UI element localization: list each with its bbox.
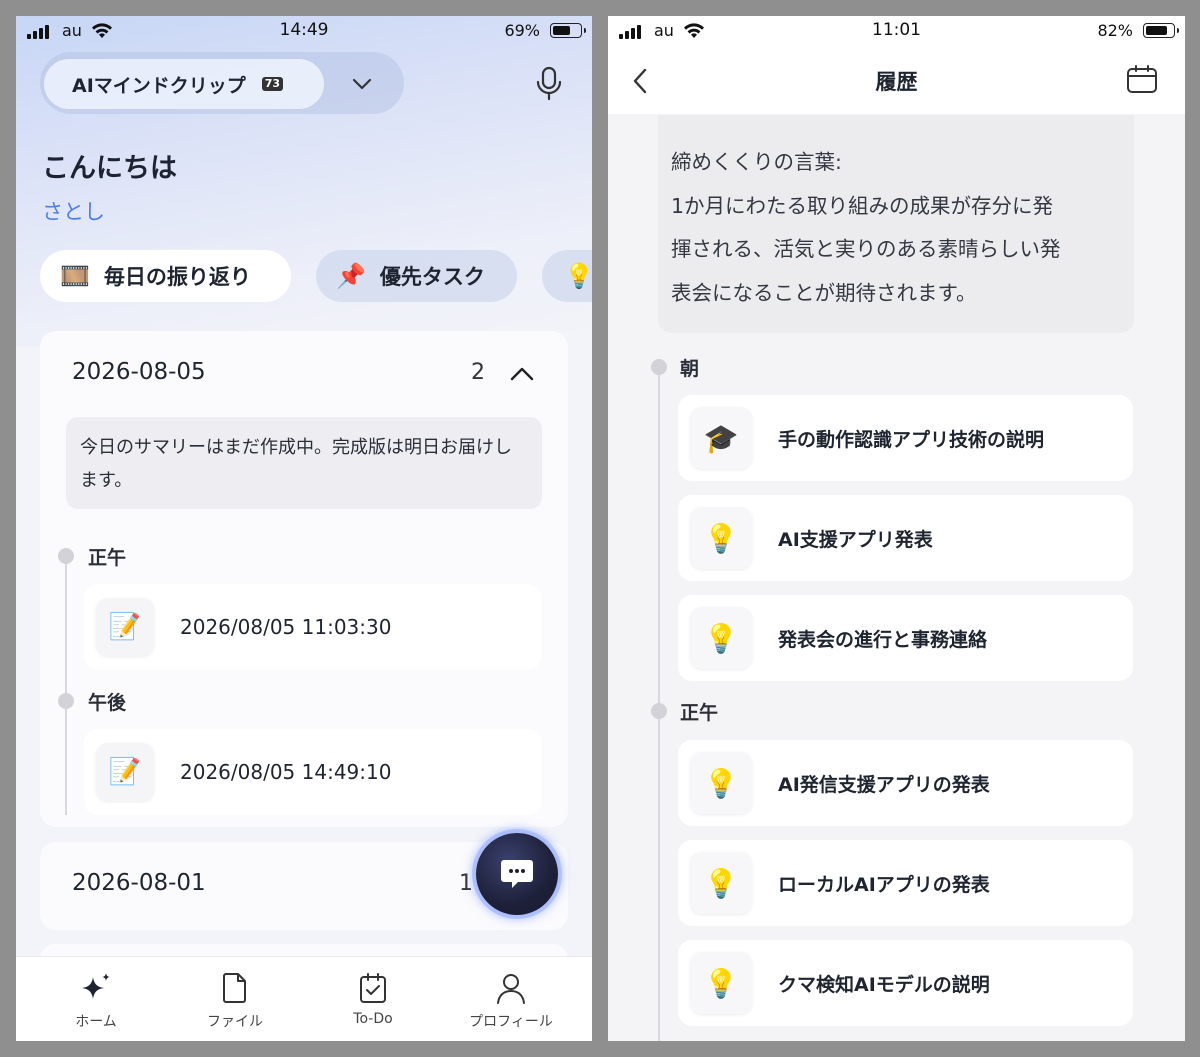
lightbulb-icon: 💡	[690, 752, 752, 814]
memo-icon: 📝	[96, 598, 154, 656]
app-badge: 73	[261, 77, 284, 91]
chip-label: 毎日の振り返り	[103, 265, 251, 289]
item-title: AI支援アプリ発表	[778, 528, 933, 551]
entry-title: 2026/08/05 11:03:30	[180, 615, 392, 639]
card-date: 2026-08-05	[72, 359, 206, 385]
chip-ideas[interactable]: 💡	[542, 250, 592, 302]
chip-daily-reflection[interactable]: 🎞️ 毎日の振り返り	[40, 250, 291, 302]
quote-line: 表会になることが期待されます。	[671, 280, 977, 305]
tab-profile[interactable]: プロフィール	[451, 957, 571, 1031]
chevron-down-icon[interactable]	[352, 78, 372, 90]
quote-line: 揮される、活気と実りのある素晴らしい発	[671, 237, 1061, 261]
section-label: 正午	[88, 547, 127, 569]
quote-heading: 締めくくりの言葉:	[671, 150, 842, 174]
closing-remarks: 締めくくりの言葉: 1か月にわたる取り組みの成果が存分に発 揮される、活気と実り…	[658, 115, 1134, 333]
film-icon: 🎞️	[60, 262, 90, 290]
quote-line: 1か月にわたる取り組みの成果が存分に発	[671, 193, 1054, 218]
day-card: 2026-08-05 2 今日のサマリーはまだ作成中。完成版は明日お届けします。…	[40, 331, 568, 827]
chat-fab-button[interactable]	[476, 833, 558, 915]
calendar-icon[interactable]	[1126, 64, 1158, 94]
graduation-cap-icon: 🎓	[690, 407, 752, 469]
timeline-dot	[58, 548, 74, 564]
history-item[interactable]: 💡 ローカルAIアプリの発表	[678, 840, 1133, 926]
summary-box: 今日のサマリーはまだ作成中。完成版は明日お届けします。	[66, 417, 542, 509]
file-icon	[223, 973, 246, 1003]
battery-percent: 69%	[504, 21, 540, 40]
item-title: 手の動作認識アプリ技術の説明	[778, 428, 1045, 451]
history-item[interactable]: 💡 発表会の進行と事務連絡	[678, 595, 1133, 681]
tab-home[interactable]: ホーム	[36, 957, 156, 1031]
lightbulb-icon: 💡	[690, 952, 752, 1014]
lightbulb-icon: 💡	[690, 607, 752, 669]
section-label: 朝	[680, 358, 700, 380]
item-title: 発表会の進行と事務連絡	[778, 628, 988, 651]
item-title: クマ検知AIモデルの説明	[778, 973, 990, 996]
entry-title: 2026/08/05 14:49:10	[180, 760, 392, 784]
microphone-icon[interactable]	[535, 66, 563, 102]
battery-percent: 82%	[1097, 21, 1133, 40]
lightbulb-icon: 💡	[690, 852, 752, 914]
entry-card[interactable]: 📝 2026/08/05 14:49:10	[84, 729, 542, 815]
history-item[interactable]: 💡 AI支援アプリ発表	[678, 495, 1133, 581]
tab-todo[interactable]: To-Do	[313, 957, 433, 1027]
pushpin-icon: 📌	[336, 262, 366, 290]
tab-label: ホーム	[75, 1014, 117, 1030]
item-title: AI発信支援アプリの発表	[778, 773, 990, 796]
lightbulb-icon: 💡	[564, 262, 592, 290]
home-screen: au 14:49 69% AIマインドクリップ 73 こんにちは さとし 🎞️ …	[16, 16, 592, 1041]
tab-label: ファイル	[207, 1014, 263, 1030]
tab-files[interactable]: ファイル	[175, 957, 295, 1031]
sparkle-icon	[82, 973, 110, 999]
card-count: 2	[471, 360, 485, 385]
memo-icon: 📝	[96, 743, 154, 801]
person-icon	[497, 974, 525, 1004]
timeline-line	[65, 549, 67, 815]
battery-icon	[1143, 23, 1179, 38]
section-label: 午後	[88, 692, 127, 714]
app-name: AIマインドクリップ	[72, 74, 246, 97]
entry-card[interactable]: 📝 2026/08/05 11:03:30	[84, 584, 542, 670]
battery-icon	[550, 23, 586, 38]
tab-label: To-Do	[353, 1011, 393, 1027]
lightbulb-icon: 💡	[690, 507, 752, 569]
user-name[interactable]: さとし	[42, 196, 105, 226]
tab-bar: ホーム ファイル To-Do プロフィール	[16, 956, 592, 1041]
item-title: ローカルAIアプリの発表	[778, 873, 990, 896]
status-bar: au 11:01 82%	[608, 16, 1185, 46]
history-item[interactable]: 🎓 手の動作認識アプリ技術の説明	[678, 395, 1133, 481]
chip-priority-tasks[interactable]: 📌 優先タスク	[316, 250, 517, 302]
history-screen: au 11:01 82% 履歴 締めくくりの言葉: 1か月にわたる取り組みの成果…	[608, 16, 1185, 1041]
chevron-up-icon[interactable]	[510, 367, 534, 381]
status-bar: au 14:49 69%	[16, 16, 592, 46]
todo-icon	[360, 973, 386, 1003]
app-switcher[interactable]: AIマインドクリップ 73	[44, 59, 324, 109]
tab-label: プロフィール	[469, 1014, 553, 1030]
card-count: 1	[459, 871, 473, 896]
timeline-dot	[58, 693, 74, 709]
page-title: 履歴	[875, 70, 918, 94]
history-item[interactable]: 💡 AI発信支援アプリの発表	[678, 740, 1133, 826]
chat-icon	[501, 860, 533, 888]
timeline-dot	[651, 703, 667, 719]
timeline-dot	[651, 359, 667, 375]
history-item[interactable]: 💡 クマ検知AIモデルの説明	[678, 940, 1133, 1026]
chip-label: 優先タスク	[379, 265, 485, 289]
section-label: 正午	[680, 702, 719, 724]
greeting: こんにちは	[42, 153, 177, 184]
card-date: 2026-08-01	[72, 870, 206, 896]
